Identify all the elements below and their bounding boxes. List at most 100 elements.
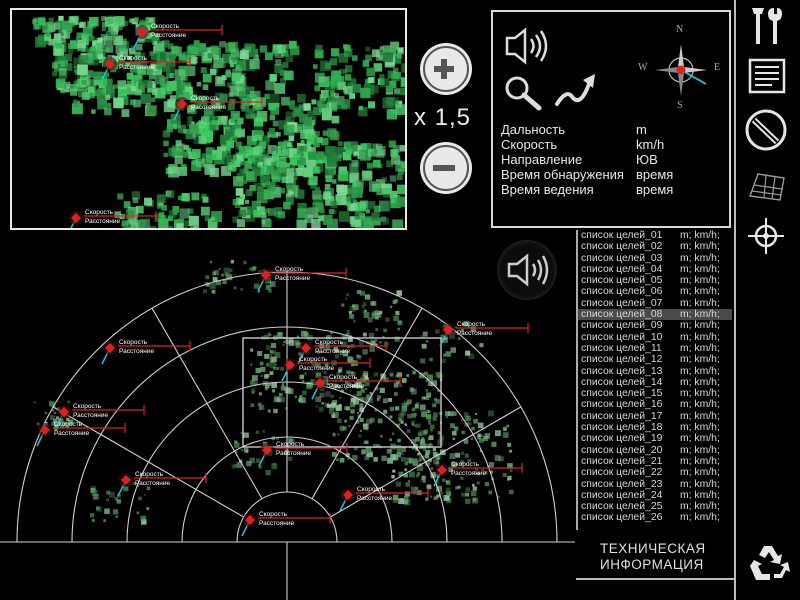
target-list-item-name: список целей_05 xyxy=(581,275,663,287)
radar-target[interactable]: Скорость Расстояние xyxy=(117,471,207,497)
target-list-item[interactable]: список целей_01 m; km/h; xyxy=(578,230,732,241)
target-list-item[interactable]: список целей_05 m; km/h; xyxy=(578,275,732,286)
radar-echo xyxy=(249,59,260,70)
radar-echo xyxy=(361,304,366,309)
target-list-item[interactable]: список целей_24 m; km/h; xyxy=(578,490,732,501)
target-list-item[interactable]: список целей_09 m; km/h; xyxy=(578,320,732,331)
radar-echo xyxy=(324,81,336,92)
target-distance-label: Расстояние xyxy=(85,218,120,225)
radar-echo xyxy=(338,81,347,90)
target-list-item[interactable]: список целей_03 m; km/h; xyxy=(578,253,732,264)
radar-echo xyxy=(377,398,380,401)
radar-echo xyxy=(179,208,190,219)
radar-echo xyxy=(46,32,51,37)
tools-button[interactable] xyxy=(744,2,792,50)
target-list-item[interactable]: список целей_25 m; km/h; xyxy=(578,501,732,512)
technical-info-button[interactable]: ТЕХНИЧЕСКАЯ ИНФОРМАЦИЯ xyxy=(600,541,706,573)
radar-echo xyxy=(159,76,169,86)
radar-sound-button[interactable] xyxy=(497,240,557,300)
target-list-item[interactable]: список целей_13 m; km/h; xyxy=(578,366,732,377)
target-list-item[interactable]: список целей_04 m; km/h; xyxy=(578,264,732,275)
radar-echo xyxy=(313,107,322,116)
radar-echo xyxy=(420,335,423,338)
radar-echo xyxy=(200,206,210,216)
radar-echo xyxy=(386,448,392,454)
radar-echo xyxy=(391,72,400,82)
report-button[interactable] xyxy=(744,52,792,100)
radar-echo xyxy=(336,458,339,462)
no-entry-button[interactable] xyxy=(744,106,792,154)
target-list-item[interactable]: список целей_17 m; km/h; xyxy=(578,411,732,422)
recycle-button[interactable] xyxy=(744,540,792,588)
radar-echo xyxy=(175,140,182,147)
zoom-out-button[interactable] xyxy=(420,142,472,194)
radar-echo xyxy=(323,193,330,200)
radar-echo xyxy=(289,40,297,49)
radar-echo xyxy=(240,97,247,104)
target-list-item[interactable]: список целей_23 m; km/h; xyxy=(578,479,732,490)
radar-echo xyxy=(143,493,146,496)
targets-list[interactable]: список целей_01 m; km/h; список целей_02 m;… xyxy=(576,230,732,530)
radar-echo xyxy=(417,432,422,437)
radar-echo xyxy=(457,337,461,340)
target-list-item[interactable]: список целей_21 m; km/h; xyxy=(578,456,732,467)
target-list-item-value: m; km/h; xyxy=(680,309,720,321)
zoom-in-button[interactable] xyxy=(420,43,472,95)
target-list-item[interactable]: список целей_16 m; km/h; xyxy=(578,399,732,410)
radar-target[interactable]: Скорость Расстояние xyxy=(241,511,331,537)
trend-arrow-icon[interactable] xyxy=(553,70,603,110)
radar-echo xyxy=(104,107,112,116)
radar-echo xyxy=(81,92,90,100)
crosshair-button[interactable] xyxy=(744,212,792,260)
radar-target[interactable]: Скорость Расстояние xyxy=(439,321,529,347)
radar-echo xyxy=(90,513,95,518)
radar-sweep-view[interactable]: СкоростьРасстояниеСкоростьРасстояниеСкор… xyxy=(0,230,575,600)
target-list-item[interactable]: список целей_07 m; km/h; xyxy=(578,298,732,309)
radar-echo xyxy=(350,409,355,414)
target-list-item[interactable]: список целей_12 m; km/h; xyxy=(578,354,732,365)
target-list-item[interactable]: список целей_11 m; km/h; xyxy=(578,343,732,354)
radar-echo xyxy=(395,406,400,411)
target-speed-label: Скорость xyxy=(259,511,288,518)
target-list-item-value: m; km/h; xyxy=(680,297,720,309)
radar-echo xyxy=(369,399,374,403)
info-field-label: Направление xyxy=(501,152,583,167)
magnifier-icon[interactable] xyxy=(503,74,549,114)
radar-echo xyxy=(315,396,321,403)
radar-echo xyxy=(359,418,364,423)
target-list-item[interactable]: список целей_10 m; km/h; xyxy=(578,332,732,343)
radar-echo xyxy=(347,356,353,362)
target-list-item[interactable]: список целей_08 m; km/h; xyxy=(578,309,732,321)
target-list-item[interactable]: список целей_14 m; km/h; xyxy=(578,377,732,388)
radar-echo xyxy=(445,415,448,419)
grid-button[interactable] xyxy=(744,162,792,210)
target-list-item[interactable]: список целей_22 m; km/h; xyxy=(578,467,732,478)
radar-echo xyxy=(507,442,512,447)
target-list-item[interactable]: список целей_19 m; km/h; xyxy=(578,433,732,444)
radar-echo xyxy=(287,142,292,147)
target-list-item[interactable]: список целей_15 m; km/h; xyxy=(578,388,732,399)
radar-echo xyxy=(97,37,103,43)
radar-echo xyxy=(199,44,206,51)
radar-echo xyxy=(484,482,490,487)
target-list-item[interactable]: список целей_02 m; km/h; xyxy=(578,241,732,252)
radar-target[interactable]: Скорость Расстояние xyxy=(36,421,126,447)
radar-echo xyxy=(352,455,358,461)
target-list-item[interactable]: список целей_20 m; km/h; xyxy=(578,445,732,456)
target-list-item[interactable]: список целей_18 m; km/h; xyxy=(578,422,732,433)
radar-echo xyxy=(430,495,433,498)
radar-echo xyxy=(223,159,231,166)
radar-echo xyxy=(471,427,475,431)
radar-echo xyxy=(182,151,188,156)
target-list-item[interactable]: список целей_06 m; km/h; xyxy=(578,286,732,297)
radar-echo xyxy=(424,429,428,434)
speaker-icon[interactable] xyxy=(501,26,561,66)
radar-echo xyxy=(108,27,113,32)
divider xyxy=(576,578,734,580)
radar-echo xyxy=(101,16,107,21)
radar-echo xyxy=(233,286,237,290)
radar-target[interactable]: Скорость Расстояние xyxy=(257,266,347,292)
radar-echo xyxy=(112,509,119,515)
target-list-item[interactable]: список целей_26 m; km/h; xyxy=(578,512,732,523)
zoom-view[interactable]: Скорость Расстояние Скорость Расстояние Скор… xyxy=(10,8,407,230)
